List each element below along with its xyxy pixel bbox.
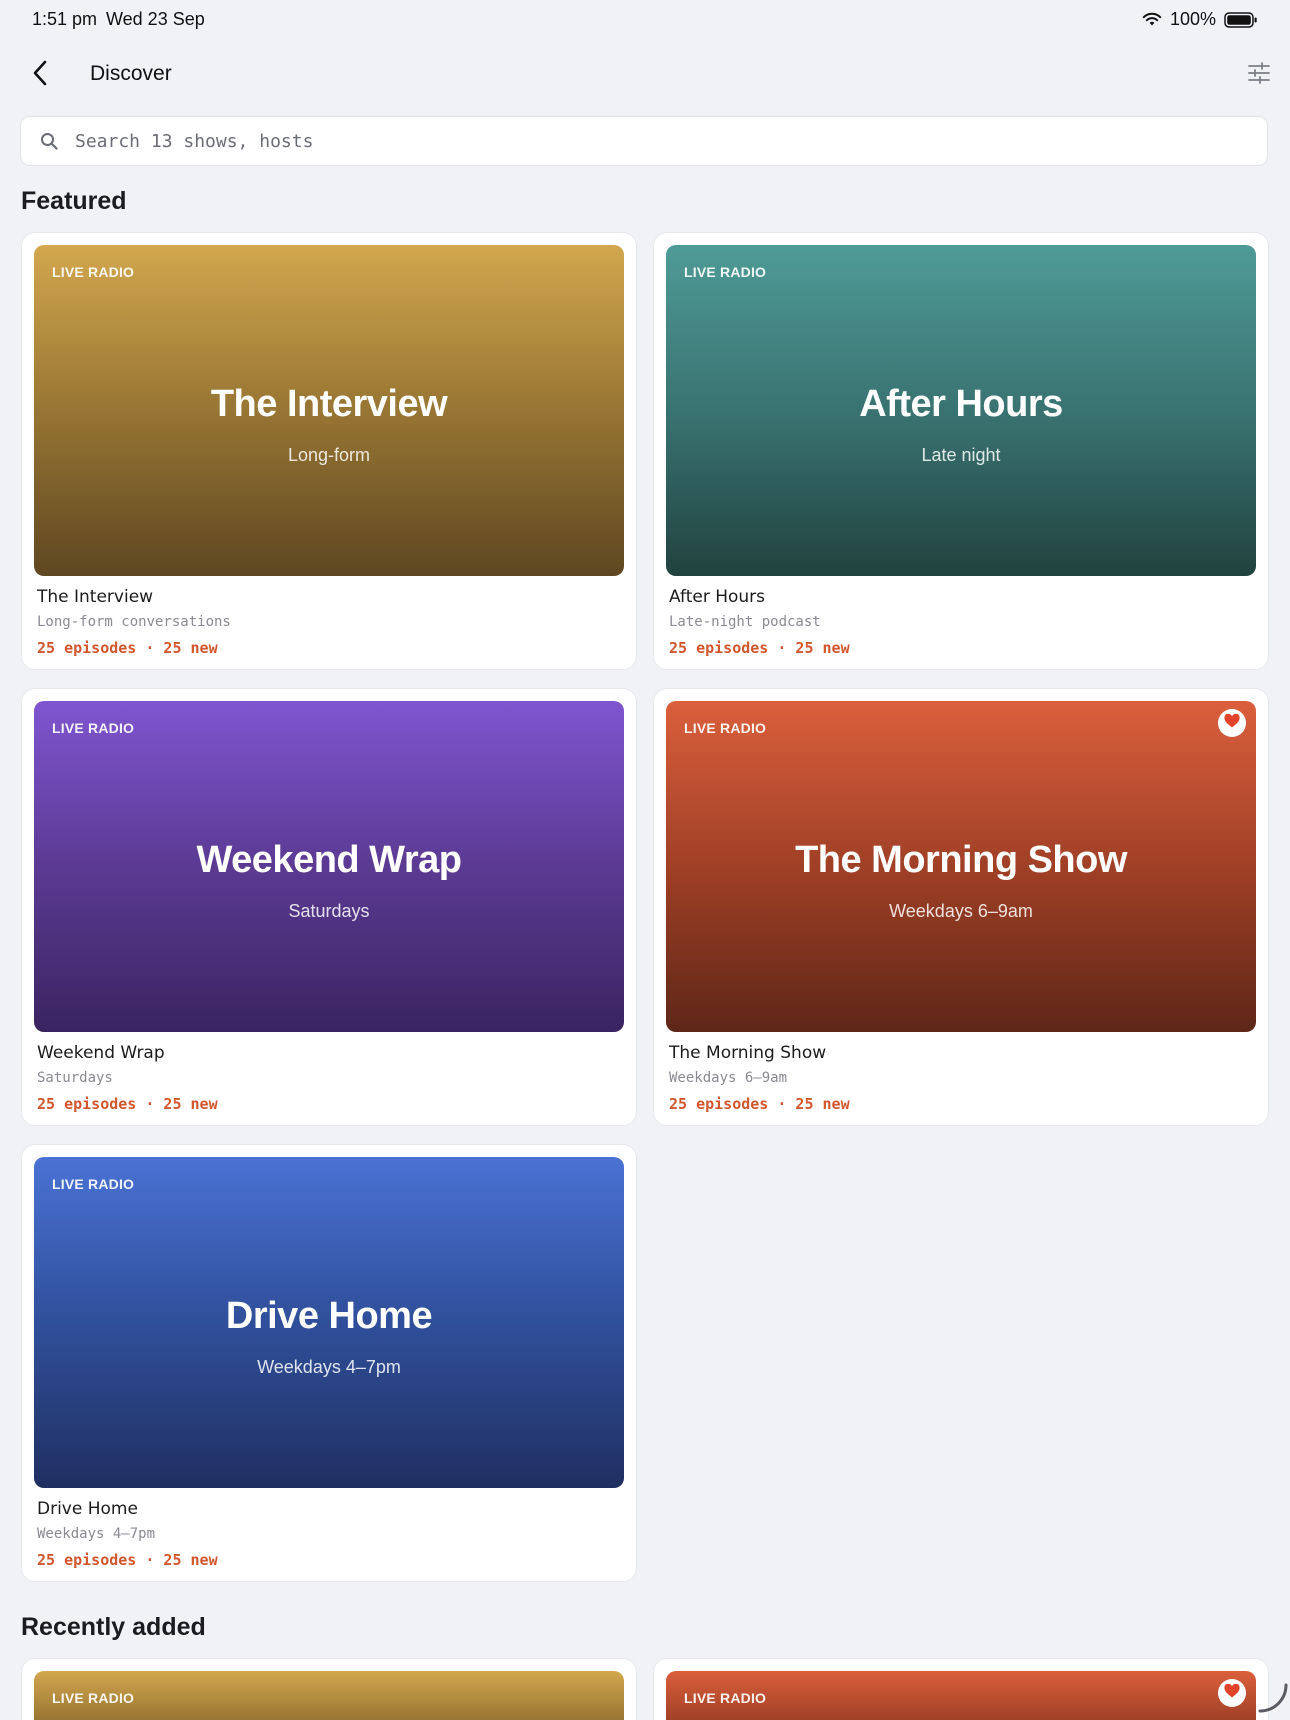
episode-stats: 25 episodes · 25 new [37,1551,218,1569]
show-description: Long-form conversations [37,614,231,630]
section-heading-recently-added: Recently added [21,1613,206,1641]
show-card-the-morning-show[interactable]: LIVE RADIO The Morning Show Weekdays 6–9… [653,688,1269,1126]
artwork-title: Weekend Wrap [196,839,462,881]
show-card-after-hours[interactable]: LIVE RADIO After Hours Late night After … [653,232,1269,670]
show-card-the-interview[interactable]: LIVE RADIO The Interview Long-form The I… [21,232,637,670]
show-title: Drive Home [37,1499,138,1519]
live-radio-badge: LIVE RADIO [684,720,767,736]
show-description: Saturdays [37,1070,113,1086]
artwork-title: After Hours [859,383,1063,425]
show-artwork: LIVE RADIO The Morning Show Weekdays 6–9… [666,701,1256,1032]
show-artwork: LIVE RADIO [666,1671,1256,1720]
show-title: After Hours [669,587,766,607]
battery-icon [1224,11,1258,28]
recent-show-card[interactable]: LIVE RADIO [21,1658,637,1720]
show-card-drive-home[interactable]: LIVE RADIO Drive Home Weekdays 4–7pm Dri… [21,1144,637,1582]
show-title: The Morning Show [669,1043,827,1063]
show-card-weekend-wrap[interactable]: LIVE RADIO Weekend Wrap Saturdays Weeken… [21,688,637,1126]
show-description: Weekdays 6–9am [669,1070,788,1086]
page-title: Discover [90,62,172,85]
wifi-icon [1142,12,1162,27]
artwork-subtitle: Weekdays 4–7pm [257,1357,401,1377]
show-artwork: LIVE RADIO The Interview Long-form [34,245,624,576]
corner-gesture-indicator [1256,1681,1290,1720]
favorite-button[interactable] [1218,1679,1246,1707]
artwork-title: The Morning Show [795,839,1127,881]
status-time: 1:51 pm [32,9,98,29]
status-bar: 1:51 pm Wed 23 Sep 100% [0,0,1290,40]
show-description: Late-night podcast [669,614,821,630]
artwork-subtitle: Saturdays [288,901,370,921]
header: Discover [0,52,1290,98]
live-radio-badge: LIVE RADIO [52,1690,135,1706]
live-radio-badge: LIVE RADIO [52,720,135,736]
show-artwork: LIVE RADIO Drive Home Weekdays 4–7pm [34,1157,624,1488]
artwork-title: Drive Home [225,1295,433,1337]
episode-stats: 25 episodes · 25 new [669,639,850,657]
live-radio-badge: LIVE RADIO [684,264,767,280]
show-artwork: LIVE RADIO [34,1671,624,1720]
search-icon [39,131,59,151]
episode-stats: 25 episodes · 25 new [37,639,218,657]
back-button[interactable] [22,56,58,94]
show-artwork: LIVE RADIO Weekend Wrap Saturdays [34,701,624,1032]
recent-show-card[interactable]: LIVE RADIO [653,1658,1269,1720]
show-description: Weekdays 4–7pm [37,1526,156,1542]
artwork-subtitle: Weekdays 6–9am [889,901,1033,921]
chevron-left-icon [31,59,49,92]
show-artwork: LIVE RADIO After Hours Late night [666,245,1256,576]
artwork-title: The Interview [210,383,448,425]
episode-stats: 25 episodes · 25 new [37,1095,218,1113]
episode-stats: 25 episodes · 25 new [669,1095,850,1113]
show-title: Weekend Wrap [37,1043,165,1063]
show-title: The Interview [37,587,154,607]
live-radio-badge: LIVE RADIO [52,1176,135,1192]
battery-percent: 100% [1169,9,1216,29]
heart-icon [1224,1683,1240,1703]
live-radio-badge: LIVE RADIO [684,1690,767,1706]
filter-button[interactable] [1244,60,1274,90]
status-date: Wed 23 Sep [106,9,205,29]
artwork-subtitle: Late night [921,445,1001,465]
search-bar [20,116,1268,166]
status-indicators: 100% [1142,9,1258,30]
heart-icon [1224,713,1240,733]
favorite-button[interactable] [1218,709,1246,737]
live-radio-badge: LIVE RADIO [52,264,135,280]
sliders-icon [1247,61,1271,90]
artwork-subtitle: Long-form [287,445,371,465]
section-heading-featured: Featured [21,187,127,215]
search-input[interactable] [73,129,1227,153]
